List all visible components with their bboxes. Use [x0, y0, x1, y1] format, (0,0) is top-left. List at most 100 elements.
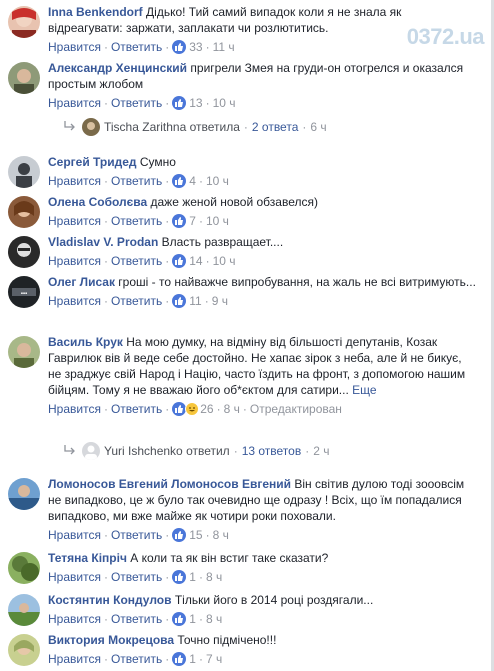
comment-actions: Нравится · Ответить · 14 · 10 ч — [48, 253, 478, 269]
separator: · — [165, 174, 170, 188]
like-link[interactable]: Нравится — [48, 612, 101, 626]
thumbs-up-icon[interactable] — [172, 528, 187, 542]
reply-link[interactable]: Ответить — [111, 96, 162, 110]
reaction-count[interactable]: 14 — [189, 254, 202, 268]
avatar[interactable] — [8, 478, 40, 510]
thumbs-up-icon[interactable] — [172, 174, 187, 188]
thumbs-up-icon[interactable] — [172, 402, 187, 416]
reply-link[interactable]: Ответить — [111, 612, 162, 626]
avatar[interactable] — [8, 336, 40, 368]
timestamp[interactable]: 9 ч — [212, 294, 228, 308]
like-link[interactable]: Нравится — [48, 294, 101, 308]
reply-avatar[interactable] — [82, 442, 100, 460]
avatar[interactable] — [8, 236, 40, 268]
svg-text:▪▪▪: ▪▪▪ — [21, 291, 27, 297]
like-link[interactable]: Нравится — [48, 254, 101, 268]
thumbs-up-icon[interactable] — [172, 612, 187, 626]
comment-author[interactable]: Олена Соболєва — [48, 195, 147, 209]
like-link[interactable]: Нравится — [48, 652, 101, 666]
comment-actions: Нравится · Ответить · 7 · 10 ч — [48, 213, 478, 229]
thumbs-up-icon[interactable] — [172, 40, 187, 54]
reply-author[interactable]: Tischa Zarithna — [104, 120, 186, 134]
comment-author[interactable]: Inna Benkendorf — [48, 5, 143, 19]
reply-link[interactable]: Ответить — [111, 528, 162, 542]
separator: · — [165, 40, 170, 54]
thumbs-up-icon[interactable] — [172, 214, 187, 228]
reply-count[interactable]: 13 ответов — [242, 444, 302, 458]
reply-link[interactable]: Ответить — [111, 40, 162, 54]
reply-summary[interactable]: Tischa Zarithna ответила · 2 ответа · 6 ч — [64, 117, 327, 137]
timestamp[interactable]: 10 ч — [213, 254, 236, 268]
like-link[interactable]: Нравится — [48, 528, 101, 542]
comment-author[interactable]: Vladislav V. Prodan — [48, 235, 158, 249]
thumbs-up-icon[interactable] — [172, 294, 187, 308]
avatar[interactable] — [8, 156, 40, 188]
reaction-count[interactable]: 1 — [189, 570, 196, 584]
comment-author[interactable]: Василь Крук — [48, 335, 123, 349]
reaction-count[interactable]: 1 — [189, 652, 196, 666]
reply-link[interactable]: Ответить — [111, 570, 162, 584]
reply-link[interactable]: Ответить — [111, 214, 162, 228]
avatar[interactable] — [8, 594, 40, 626]
comment-author[interactable]: Олег Лисак — [48, 275, 115, 289]
timestamp[interactable]: 10 ч — [213, 96, 236, 110]
reply-link[interactable]: Ответить — [111, 174, 162, 188]
comment-author[interactable]: Сергей Тридед — [48, 155, 137, 169]
reaction-count[interactable]: 7 — [189, 214, 196, 228]
reply-summary[interactable]: Yuri Ishchenko ответил · 13 ответов · 2 ч — [64, 441, 329, 461]
thumbs-up-icon[interactable] — [172, 570, 187, 584]
reaction-count[interactable]: 11 — [189, 294, 201, 308]
separator: · — [165, 254, 170, 268]
avatar[interactable] — [8, 196, 40, 228]
like-link[interactable]: Нравится — [48, 96, 101, 110]
like-link[interactable]: Нравится — [48, 40, 101, 54]
thumbs-up-icon[interactable] — [172, 254, 187, 268]
reaction-count[interactable]: 33 — [189, 40, 202, 54]
comment-author[interactable]: Александр Хенцинский — [48, 61, 187, 75]
comment-author[interactable]: Ломоносов Евгений Ломоносов Евгений — [48, 477, 291, 491]
edited-label[interactable]: Отредактирован — [250, 402, 342, 416]
separator: · — [305, 444, 310, 458]
reaction-count[interactable]: 13 — [189, 96, 202, 110]
avatar[interactable]: ▪▪▪ — [8, 276, 40, 308]
comment-author[interactable]: Костянтин Кондулов — [48, 593, 172, 607]
separator: · — [165, 96, 170, 110]
reaction-count[interactable]: 15 — [189, 528, 202, 542]
like-link[interactable]: Нравится — [48, 174, 101, 188]
comment-author[interactable]: Виктория Мокрецова — [48, 633, 174, 647]
reply-link[interactable]: Ответить — [111, 254, 162, 268]
timestamp[interactable]: 10 ч — [206, 214, 229, 228]
thumbs-up-icon[interactable] — [172, 652, 187, 666]
avatar[interactable] — [8, 552, 40, 584]
like-link[interactable]: Нравится — [48, 570, 101, 584]
reaction-count[interactable]: 26 — [200, 402, 213, 416]
avatar[interactable] — [8, 62, 40, 94]
reaction-count[interactable]: 4 — [189, 174, 196, 188]
avatar[interactable] — [8, 634, 40, 666]
reply-time[interactable]: 2 ч — [313, 444, 329, 458]
timestamp[interactable]: 8 ч — [206, 570, 222, 584]
timestamp[interactable]: 11 ч — [213, 40, 235, 54]
timestamp[interactable]: 8 ч — [213, 528, 229, 542]
laugh-emoji-icon[interactable] — [185, 402, 200, 416]
reply-avatar[interactable] — [82, 118, 100, 136]
timestamp[interactable]: 8 ч — [206, 612, 222, 626]
reply-link[interactable]: Ответить — [111, 402, 162, 416]
timestamp[interactable]: 8 ч — [224, 402, 240, 416]
comment-author[interactable]: Тетяна Кіпріч — [48, 551, 127, 565]
separator: · — [165, 528, 170, 542]
like-link[interactable]: Нравится — [48, 402, 101, 416]
like-link[interactable]: Нравится — [48, 214, 101, 228]
reply-time[interactable]: 6 ч — [310, 120, 326, 134]
reply-count[interactable]: 2 ответа — [252, 120, 298, 134]
separator: · — [103, 402, 108, 416]
thumbs-up-icon[interactable] — [172, 96, 187, 110]
timestamp[interactable]: 10 ч — [206, 174, 229, 188]
reply-link[interactable]: Ответить — [111, 294, 162, 308]
timestamp[interactable]: 7 ч — [206, 652, 222, 666]
reaction-count[interactable]: 1 — [189, 612, 196, 626]
avatar[interactable] — [8, 6, 40, 38]
see-more-link[interactable]: Еще — [352, 383, 376, 397]
reply-author[interactable]: Yuri Ishchenko — [104, 444, 183, 458]
reply-link[interactable]: Ответить — [111, 652, 162, 666]
